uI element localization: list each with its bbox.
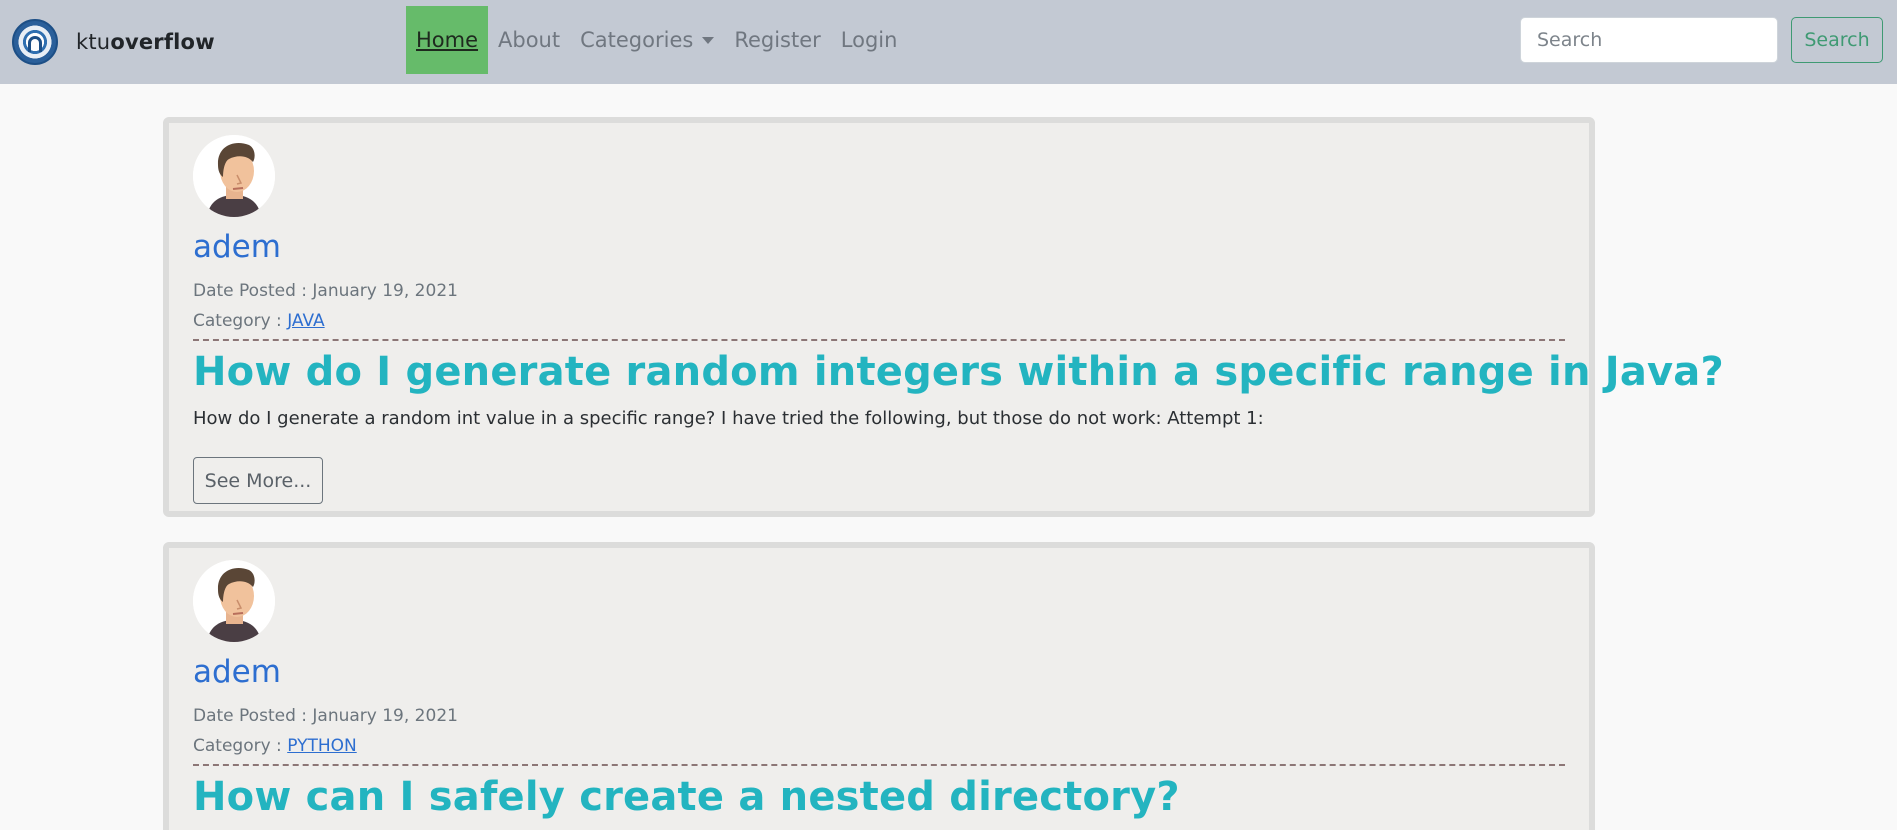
avatar[interactable] (193, 560, 275, 642)
navbar: ktuoverflow Home About Categories Regist… (0, 0, 1897, 84)
post-category: Category : PYTHON (193, 736, 357, 756)
category-prefix: Category : (193, 736, 288, 756)
brand-name: ktuoverflow (76, 30, 215, 54)
post-divider (193, 764, 1565, 766)
search-input[interactable] (1520, 17, 1778, 63)
category-prefix: Category : (193, 311, 288, 331)
post-author-link[interactable]: adem (193, 229, 281, 265)
post-card: adem Date Posted : January 19, 2021 Cate… (163, 117, 1724, 517)
post-author-link[interactable]: adem (193, 654, 281, 690)
nav-categories-label: Categories (580, 28, 694, 52)
nav-categories-dropdown[interactable]: Categories (570, 6, 724, 74)
nav-login[interactable]: Login (831, 6, 908, 74)
see-more-button[interactable]: See More... (193, 457, 323, 504)
user-avatar-icon (193, 560, 275, 642)
post-date: Date Posted : January 19, 2021 (193, 281, 458, 301)
post-category: Category : JAVA (193, 311, 325, 331)
category-link[interactable]: JAVA (287, 311, 324, 331)
category-link[interactable]: PYTHON (287, 736, 357, 756)
post-date: Date Posted : January 19, 2021 (193, 706, 458, 726)
brand-link[interactable]: ktuoverflow (12, 18, 215, 66)
nav-about[interactable]: About (488, 6, 570, 74)
post-title-link[interactable]: How can I safely create a nested directo… (193, 774, 1180, 820)
user-avatar-icon (193, 135, 275, 217)
avatar[interactable] (193, 135, 275, 217)
nav-register[interactable]: Register (724, 6, 830, 74)
search-button[interactable]: Search (1791, 17, 1883, 63)
post-card: adem Date Posted : January 19, 2021 Cate… (163, 542, 1595, 830)
caret-down-icon (702, 36, 715, 44)
nav-home[interactable]: Home (406, 6, 489, 74)
post-title-link[interactable]: How do I generate random integers within… (193, 349, 1724, 395)
post-divider (193, 339, 1565, 341)
university-logo-icon (12, 19, 58, 65)
main-nav: Home About Categories Register Login (406, 6, 907, 74)
post-excerpt: How do I generate a random int value in … (193, 408, 1264, 429)
